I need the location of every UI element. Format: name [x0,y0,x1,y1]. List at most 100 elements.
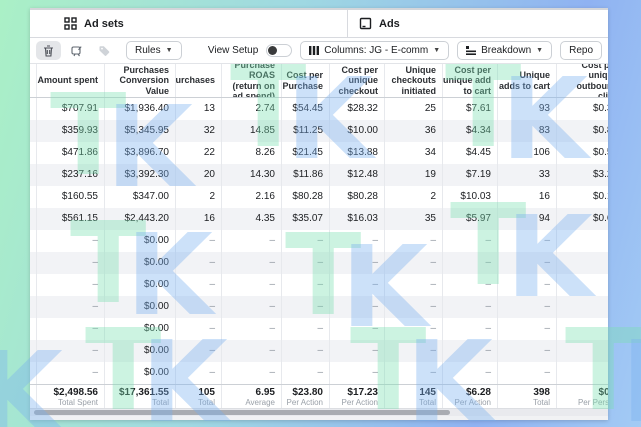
table-row[interactable]: $707.91$1,936.40132.74$54.45$28.3225$7.6… [30,98,608,120]
table-cell: – [282,318,330,340]
column-header[interactable]: Purchases Conversion Value [105,64,176,97]
column-header[interactable]: Purchase ROAS (return on ad spend) [222,64,282,97]
level-tabbar: Ad sets Ads [30,10,608,38]
table-cell: $3,896.70 [105,142,176,164]
table-cell: – [330,340,385,362]
cell-clipped [30,230,37,252]
table-cell: $471.86 [37,142,105,164]
totals-cell: 105Total [176,385,222,408]
horizontal-scrollbar[interactable] [30,408,608,416]
table-cell: $7.61 [443,98,498,120]
column-header[interactable]: Unique checkouts initiated [385,64,443,97]
table-row[interactable]: $359.93$5,345.953214.85$11.25$10.0036$4.… [30,120,608,142]
breakdown-button[interactable]: Breakdown ▼ [457,41,552,60]
columns-button[interactable]: Columns: JG - E-comm ▼ [300,41,449,60]
table-row[interactable]: –$0.00–––––––– [30,318,608,340]
rules-button-label: Rules [135,45,161,56]
tag-button[interactable] [92,41,117,60]
table-row[interactable]: –$0.00–––––––– [30,362,608,384]
totals-label: Per Person [578,398,608,407]
table-cell: – [443,340,498,362]
table-cell: $10.03 [443,186,498,208]
table-row[interactable]: –$0.00–––––––– [30,230,608,252]
chevron-down-icon: ▼ [536,47,543,54]
totals-cell: 145Total [385,385,443,408]
table-cell: $4.45 [443,142,498,164]
delete-button[interactable] [36,41,61,60]
table-cell: 16 [176,208,222,230]
rules-button[interactable]: Rules ▼ [126,41,182,60]
table-cell: – [222,230,282,252]
table-cell: 25 [385,98,443,120]
table-cell: – [282,296,330,318]
columns-icon [309,46,319,55]
edit-button[interactable] [64,41,89,60]
table-cell: $5,345.95 [105,120,176,142]
cell-clipped [30,164,37,186]
columns-button-label: Columns: JG - E-comm [324,45,428,56]
column-header[interactable]: Amount spent [37,64,105,97]
table-cell: – [557,274,608,296]
scrollbar-thumb[interactable] [34,410,450,415]
table-row[interactable]: –$0.00–––––––– [30,296,608,318]
table-cell: $3.20 [557,164,608,186]
table-row[interactable]: $237.16$3,392.302014.30$11.86$12.4819$7.… [30,164,608,186]
table-cell: $561.15 [37,208,105,230]
totals-cell: 398Total [498,385,557,408]
totals-cell: 6.95Average [222,385,282,408]
column-header[interactable]: Cost per unique add to cart [443,64,498,97]
table-cell: $0.53 [557,142,608,164]
table-cell: – [443,274,498,296]
table-cell: $11.25 [282,120,330,142]
table-cell: – [385,296,443,318]
table-cell: – [282,362,330,384]
table-row[interactable]: –$0.00–––––––– [30,340,608,362]
table-cell: $2,443.20 [105,208,176,230]
table-cell: – [557,230,608,252]
chevron-down-icon: ▼ [433,47,440,54]
column-header[interactable]: Cost per unique checkout [330,64,385,97]
breakdown-icon [466,46,476,55]
reports-button[interactable]: Repo [560,41,602,60]
totals-label: Per Action [287,398,323,407]
table-cell: – [443,252,498,274]
table-row[interactable]: $561.15$2,443.20164.35$35.07$16.0335$5.9… [30,208,608,230]
table-cell: 33 [498,164,557,186]
column-header[interactable]: Purchases [176,64,222,97]
table-row[interactable]: $160.55$347.0022.16$80.28$80.282$10.0316… [30,186,608,208]
table-cell: – [557,340,608,362]
table-cell: 14.30 [222,164,282,186]
tab-ads[interactable]: Ads [348,10,608,37]
table-cell: $80.28 [330,186,385,208]
table-cell: – [222,252,282,274]
table-row[interactable]: –$0.00–––––––– [30,274,608,296]
totals-label: Total [198,398,215,407]
table-cell: 93 [498,98,557,120]
table-cell: – [37,340,105,362]
totals-cell: $17,361.55Total [105,385,176,408]
totals-label: Total [533,398,550,407]
table-row[interactable]: –$0.00–––––––– [30,252,608,274]
trash-icon [43,45,54,57]
table-cell: – [222,296,282,318]
column-header[interactable]: Cost per Purchase [282,64,330,97]
table-cell: $12.48 [330,164,385,186]
window-footer [30,416,608,420]
table-cell: 22 [176,142,222,164]
column-header[interactable]: Cost per unique outbound click [557,64,608,97]
table-cell: – [176,296,222,318]
ads-frame-icon [359,17,372,30]
view-setup-toggle[interactable] [266,44,292,57]
column-header[interactable]: Unique adds to cart [498,64,557,97]
watermark-letter-k: K [621,327,641,427]
tab-ad-sets[interactable]: Ad sets [30,10,348,37]
totals-label: Total [152,398,169,407]
totals-value: $2,498.56 [54,387,99,398]
table-row[interactable]: $471.86$3,896.70228.26$21.45$13.8834$4.4… [30,142,608,164]
table-cell: $35.07 [282,208,330,230]
table-cell: – [557,252,608,274]
table-cell: $0.00 [105,340,176,362]
totals-label: Total [419,398,436,407]
totals-value: $23.80 [292,387,323,398]
table-cell: $0.00 [105,252,176,274]
